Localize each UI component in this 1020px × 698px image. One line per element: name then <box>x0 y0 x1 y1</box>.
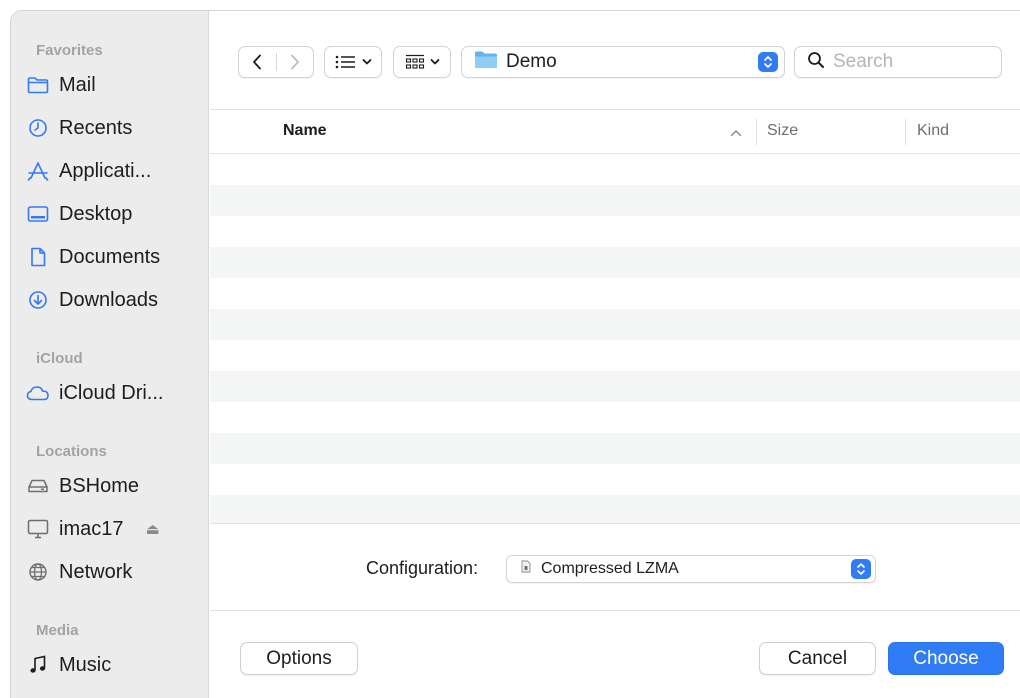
folder-icon <box>26 73 50 97</box>
list-row <box>210 278 1020 309</box>
sidebar-item-label: iCloud Dri... <box>59 381 164 404</box>
chevron-down-icon <box>362 59 371 65</box>
sidebar-item-documents[interactable]: Documents <box>26 239 206 275</box>
sidebar-item-recents[interactable]: Recents <box>26 110 206 146</box>
sidebar-item-label: Mail <box>59 73 96 96</box>
desktop-icon <box>26 202 50 226</box>
drive-icon <box>26 474 50 498</box>
music-icon <box>26 653 50 677</box>
sidebar-item-icloud-drive[interactable]: iCloud Dri... <box>26 375 206 411</box>
grid-view-icon <box>405 54 424 69</box>
list-row <box>210 464 1020 495</box>
forward-button[interactable] <box>276 47 313 77</box>
sidebar-item-label: Documents <box>59 245 161 268</box>
options-button[interactable]: Options <box>240 642 358 675</box>
sidebar-item-label: Desktop <box>59 202 133 225</box>
clock-icon <box>26 116 50 140</box>
chevron-down-icon <box>430 59 439 65</box>
sidebar-item-downloads[interactable]: Downloads <box>26 282 206 318</box>
configuration-panel: Configuration: Compressed LZMA <box>210 523 1020 611</box>
document-icon <box>26 245 50 269</box>
globe-icon <box>26 560 50 584</box>
computer-icon <box>26 517 50 541</box>
configuration-label: Configuration: <box>366 558 479 578</box>
group-view-button[interactable] <box>393 46 451 78</box>
list-row <box>210 216 1020 247</box>
column-header-kind[interactable]: Kind <box>917 122 949 140</box>
sidebar-item-label: Network <box>59 560 133 583</box>
column-divider[interactable] <box>905 119 906 145</box>
list-header: Name Size Kind <box>210 111 1020 154</box>
sidebar-item-label: Music <box>59 653 112 676</box>
list-row <box>210 340 1020 371</box>
cloud-icon <box>26 381 50 405</box>
choose-button[interactable]: Choose <box>888 642 1004 675</box>
column-divider[interactable] <box>756 119 757 145</box>
column-header-size[interactable]: Size <box>767 122 798 140</box>
list-row <box>210 495 1020 523</box>
configuration-value: Compressed LZMA <box>541 560 679 577</box>
sidebar-section-icloud: iCloud <box>36 350 83 367</box>
archive-document-icon <box>521 560 531 578</box>
chevron-left-icon <box>253 54 262 70</box>
search-icon <box>807 51 825 74</box>
sidebar-item-label: imac17 <box>59 517 124 540</box>
list-row <box>210 433 1020 464</box>
column-header-name[interactable]: Name <box>283 122 327 140</box>
list-rows <box>210 154 1020 523</box>
chevron-right-icon <box>290 54 299 70</box>
cancel-button[interactable]: Cancel <box>759 642 876 675</box>
sidebar: Favorites Mail Recents Applicati... Desk… <box>11 11 209 698</box>
sidebar-item-music[interactable]: Music <box>26 647 206 683</box>
sidebar-item-imac17[interactable]: imac17 ⏏ <box>26 511 206 547</box>
popup-stepper-icon <box>758 52 778 72</box>
list-row <box>210 247 1020 278</box>
search-field[interactable]: Search <box>794 46 1002 78</box>
list-row <box>210 371 1020 402</box>
sidebar-item-applications[interactable]: Applicati... <box>26 153 206 189</box>
list-view-button[interactable] <box>324 46 382 78</box>
sidebar-item-label: Recents <box>59 116 133 139</box>
eject-icon[interactable]: ⏏ <box>145 520 159 538</box>
sidebar-item-desktop[interactable]: Desktop <box>26 196 206 232</box>
list-row <box>210 154 1020 185</box>
list-row <box>210 185 1020 216</box>
location-popup[interactable]: Demo <box>461 46 785 78</box>
sidebar-item-label: Applicati... <box>59 159 152 182</box>
file-list[interactable]: Name Size Kind <box>210 111 1020 523</box>
list-view-icon <box>335 55 355 69</box>
sidebar-item-label: Downloads <box>59 288 158 311</box>
sidebar-section-favorites: Favorites <box>36 42 103 59</box>
popup-stepper-icon <box>851 559 871 579</box>
location-label: Demo <box>506 51 557 72</box>
sidebar-section-locations: Locations <box>36 443 107 460</box>
applications-icon <box>26 159 50 183</box>
list-row <box>210 402 1020 433</box>
download-icon <box>26 288 50 312</box>
back-button[interactable] <box>239 47 276 77</box>
configuration-popup[interactable]: Compressed LZMA <box>506 555 876 583</box>
sidebar-item-bshome[interactable]: BSHome <box>26 468 206 504</box>
search-placeholder: Search <box>833 51 894 72</box>
sidebar-section-media: Media <box>36 622 79 639</box>
toolbar: Demo Search <box>210 11 1020 110</box>
sidebar-item-label: BSHome <box>59 474 140 497</box>
file-chooser-window: Favorites Mail Recents Applicati... Desk… <box>10 10 1020 698</box>
sidebar-item-mail[interactable]: Mail <box>26 67 206 103</box>
sort-ascending-icon <box>730 124 742 140</box>
folder-icon <box>474 50 498 74</box>
sidebar-item-network[interactable]: Network <box>26 554 206 590</box>
list-row <box>210 309 1020 340</box>
navigation-buttons <box>238 46 314 78</box>
